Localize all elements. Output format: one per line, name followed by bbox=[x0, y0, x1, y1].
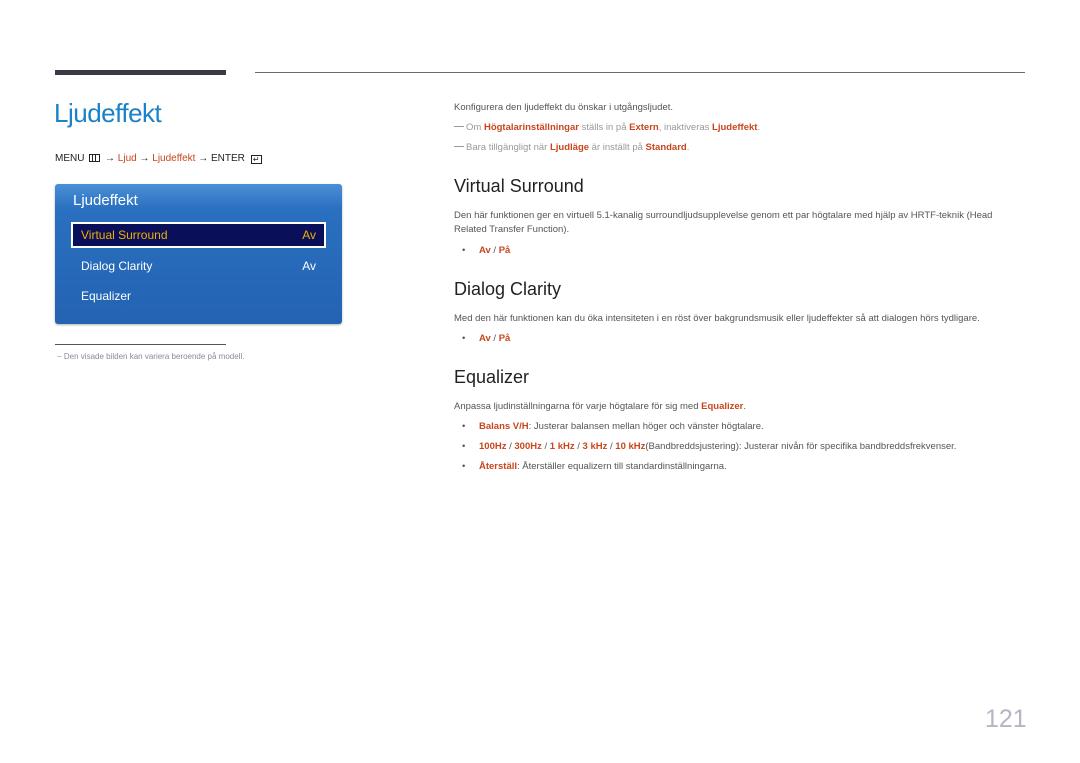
breadcrumb-menu: MENU bbox=[55, 153, 85, 164]
eq-bullet-balance: • Balans V/H: Justerar balansen mellan hö… bbox=[462, 421, 764, 432]
osd-title: Ljudeffekt bbox=[73, 192, 138, 209]
osd-menu: Ljudeffekt Virtual Surround Av Dialog Cl… bbox=[55, 184, 342, 324]
vs-desc-line1: Den här funktionen ger en virtuell 5.1-k… bbox=[454, 210, 993, 221]
note-term: Ljudläge bbox=[549, 142, 590, 153]
note-text: ställs in på bbox=[578, 122, 630, 133]
vs-options: • Av / På bbox=[462, 245, 511, 256]
osd-item-value: Av bbox=[302, 228, 316, 242]
header-rule-thin bbox=[255, 72, 1025, 73]
heading-virtual-surround: Virtual Surround bbox=[454, 176, 584, 196]
eq-bullet-text: (Bandbreddsjustering): Justerar nivån fö… bbox=[645, 441, 957, 452]
freq-10khz: 10 kHz bbox=[615, 441, 646, 452]
breadcrumb-arrow: → bbox=[198, 153, 209, 164]
note-text: Bara tillgängligt när bbox=[466, 142, 550, 153]
note-text: . bbox=[686, 142, 690, 153]
eq-desc-text: Anpassa ljudinställningarna för varje hö… bbox=[454, 401, 702, 412]
freq-300hz: 300Hz bbox=[514, 441, 542, 452]
heading-dialog-clarity: Dialog Clarity bbox=[454, 279, 562, 299]
freq-1khz: 1 kHz bbox=[549, 441, 575, 452]
footnote: − Den visade bilden kan variera beroende… bbox=[57, 352, 245, 361]
osd-item-label: Dialog Clarity bbox=[81, 259, 153, 273]
dc-options: • Av / På bbox=[462, 333, 511, 344]
note-term: Ljudeffekt bbox=[712, 122, 758, 133]
eq-term: Återställ bbox=[479, 461, 518, 472]
note-text: Om bbox=[466, 122, 484, 133]
option-off: Av bbox=[479, 333, 491, 344]
breadcrumb-arrow: → bbox=[105, 153, 116, 164]
note-text: , inaktiveras bbox=[658, 122, 713, 133]
note-term: Standard bbox=[645, 142, 687, 153]
note-dash-icon bbox=[454, 146, 464, 147]
option-on: På bbox=[498, 333, 511, 344]
freq-3khz: 3 kHz bbox=[582, 441, 608, 452]
eq-bullet-reset: • Återställ: Återställer equalizern till … bbox=[462, 461, 727, 472]
osd-item-label: Virtual Surround bbox=[81, 228, 168, 242]
note-text: är inställt på bbox=[589, 142, 646, 153]
osd-item-virtual-surround[interactable]: Virtual Surround Av bbox=[71, 222, 326, 248]
heading-equalizer: Equalizer bbox=[454, 367, 530, 387]
osd-item-dialog-clarity[interactable]: Dialog Clarity Av bbox=[71, 253, 326, 279]
option-on: På bbox=[498, 245, 511, 256]
osd-item-value: Av bbox=[302, 259, 316, 273]
intro-text: Konfigurera den ljudeffekt du önskar i u… bbox=[454, 102, 674, 113]
vs-desc-line2: Related Transfer Function). bbox=[454, 224, 570, 235]
enter-icon: ↵ bbox=[250, 155, 262, 164]
option-off: Av bbox=[479, 245, 491, 256]
note-2: Bara tillgängligt när Ljudläge är instäl… bbox=[454, 142, 689, 153]
eq-desc: Anpassa ljudinställningarna för varje hö… bbox=[454, 401, 746, 412]
note-text: . bbox=[757, 122, 761, 133]
footnote-rule bbox=[55, 344, 226, 345]
breadcrumb-enter: ENTER bbox=[211, 153, 245, 164]
breadcrumb-arrow: → bbox=[139, 153, 150, 164]
note-term: Högtalarinställningar bbox=[483, 122, 579, 133]
osd-item-equalizer[interactable]: Equalizer bbox=[71, 283, 326, 309]
dc-desc: Med den här funktionen kan du öka intens… bbox=[454, 313, 980, 324]
eq-term: Equalizer bbox=[701, 401, 744, 412]
osd-item-label: Equalizer bbox=[81, 289, 132, 303]
eq-bullet-text: : Justerar balansen mellan höger och vän… bbox=[528, 421, 764, 432]
freq-sep: / bbox=[541, 441, 550, 452]
breadcrumb-ljudeffekt: Ljudeffekt bbox=[152, 153, 196, 164]
menu-icon bbox=[89, 154, 101, 162]
note-term: Extern bbox=[629, 122, 659, 133]
breadcrumb-ljud: Ljud bbox=[117, 153, 137, 164]
page-number: 121 bbox=[985, 705, 1027, 733]
header-rule-thick bbox=[55, 70, 226, 75]
eq-term: Balans V/H bbox=[479, 421, 529, 432]
note-1: Om Högtalarinställningar ställs in på Ex… bbox=[454, 122, 760, 133]
page-title: Ljudeffekt bbox=[54, 98, 162, 128]
option-sep: / bbox=[490, 333, 499, 344]
eq-bullet-text: : Återställer equalizern till standardin… bbox=[517, 461, 727, 472]
option-sep: / bbox=[490, 245, 499, 256]
breadcrumb: MENU → Ljud → Ljudeffekt → ENTER ↵ bbox=[55, 153, 262, 164]
eq-desc-text: . bbox=[743, 401, 747, 412]
freq-sep: / bbox=[574, 441, 583, 452]
note-dash-icon bbox=[454, 126, 464, 127]
eq-bullet-frequencies: • 100Hz / 300Hz / 1 kHz / 3 kHz / 10 kHz(… bbox=[462, 441, 957, 452]
freq-100hz: 100Hz bbox=[479, 441, 507, 452]
